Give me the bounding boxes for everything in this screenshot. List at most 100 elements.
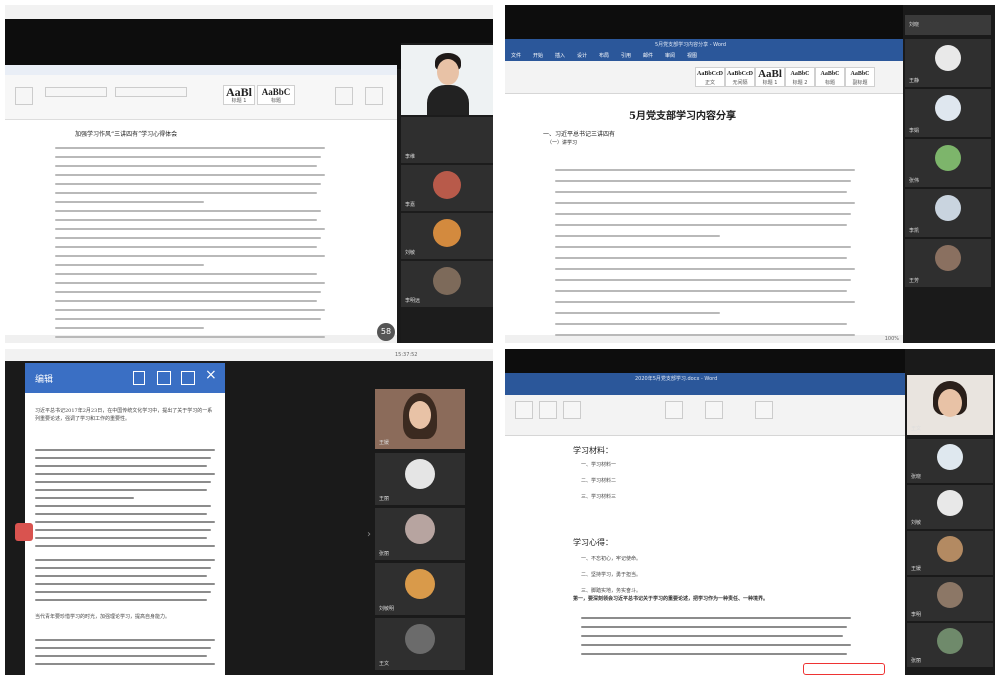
- replace-button[interactable]: [365, 87, 383, 105]
- menu-item[interactable]: 布局: [599, 52, 609, 59]
- meeting-black-strip: [505, 349, 905, 373]
- save-icon[interactable]: [181, 371, 195, 385]
- participant-tile[interactable]: 张晓: [907, 439, 993, 483]
- list-item: 三、脚踏实地，务实奋斗。: [581, 588, 642, 594]
- text-line: [55, 147, 325, 149]
- presenter-video: [401, 45, 493, 115]
- text-line: [55, 210, 321, 212]
- list-item: 二、坚持学习，勇于担当。: [581, 572, 642, 578]
- style-box[interactable]: AaBbCcD 无间隔: [725, 67, 755, 87]
- participant-tile[interactable]: 李明: [907, 577, 993, 621]
- ribbon-button[interactable]: [515, 401, 533, 419]
- floating-app-button[interactable]: [15, 523, 33, 541]
- menu-item[interactable]: 插入: [555, 52, 565, 59]
- participant-tile[interactable]: 王文: [375, 618, 465, 670]
- ribbon-button[interactable]: [755, 401, 773, 419]
- presenter-video: 王文: [907, 375, 993, 435]
- sub-heading: （一）讲学习: [547, 140, 578, 146]
- participant-name: 王媛: [911, 566, 922, 572]
- grid-icon[interactable]: [157, 371, 171, 385]
- screenshot-top-right: 5月党支部学习内容分享 - Word 5月党支部学习内容分享 一、习近平总书记三…: [505, 5, 995, 343]
- participant-tile[interactable]: 张伟: [905, 139, 991, 187]
- style-box[interactable]: AaBbC 标题: [815, 67, 845, 87]
- close-icon[interactable]: ×: [205, 367, 217, 383]
- participant-tile[interactable]: 李娟: [905, 89, 991, 137]
- text-line: [55, 156, 321, 158]
- participant-tile[interactable]: 王芳: [905, 239, 991, 287]
- participant-tile[interactable]: 王静: [905, 39, 991, 87]
- style-box[interactable]: AaBbC 标题 2: [785, 67, 815, 87]
- text-line: [555, 213, 851, 215]
- menu-item[interactable]: 视图: [687, 52, 697, 59]
- paste-button[interactable]: [15, 87, 33, 105]
- participant-tile[interactable]: 李凯: [905, 189, 991, 237]
- copy-icon[interactable]: [133, 371, 145, 385]
- text-line: [555, 246, 851, 248]
- style-heading1-box[interactable]: AaBl 标题 1: [223, 85, 255, 105]
- text-line: [55, 246, 317, 248]
- list-item: 一、学习材料一: [581, 462, 617, 468]
- text-line: [35, 599, 207, 601]
- participant-name: 张伟: [909, 178, 920, 184]
- font-button[interactable]: [45, 87, 107, 97]
- text-line: [555, 191, 847, 193]
- doc-title: 加强学习作风“三讲四有”学习心得体会: [75, 131, 178, 138]
- ribbon-button[interactable]: [563, 401, 581, 419]
- find-button[interactable]: [335, 87, 353, 105]
- text-line: [35, 591, 211, 593]
- participant-tile[interactable]: 王丽: [375, 453, 465, 505]
- paragraph-button[interactable]: [115, 87, 187, 97]
- text-line: [555, 169, 855, 171]
- participant-tile[interactable]: 刘敏: [907, 485, 993, 529]
- text-line: [55, 255, 325, 257]
- text-line: [55, 291, 321, 293]
- menu-item[interactable]: 邮件: [643, 52, 653, 59]
- text-line: [55, 165, 317, 167]
- menu-item[interactable]: 引用: [621, 52, 631, 59]
- text-line: [55, 300, 317, 302]
- text-line: [35, 639, 215, 641]
- ribbon-button[interactable]: [665, 401, 683, 419]
- ribbon-button[interactable]: [705, 401, 723, 419]
- menu-item[interactable]: 设计: [577, 52, 587, 59]
- text-line: [35, 513, 207, 515]
- style-title-box[interactable]: AaBbC 标题: [257, 85, 295, 105]
- text-line: [55, 174, 325, 176]
- text-line: [555, 323, 847, 325]
- avatar: [937, 490, 963, 516]
- participant-tile[interactable]: 王媛: [907, 531, 993, 575]
- text-line: [35, 449, 215, 451]
- text-line: [555, 312, 720, 314]
- participant-tile[interactable]: 刘敏明: [375, 563, 465, 615]
- text-line: [555, 257, 847, 259]
- text-line: [35, 663, 215, 665]
- ribbon-button[interactable]: [539, 401, 557, 419]
- input-method-toolbar[interactable]: [803, 663, 885, 675]
- word-window: 2020年5月党支部学习.docx - Word 学习材料： 学习心得： 第一，…: [505, 373, 905, 675]
- doc-heading: 5月党支部学习内容分享: [629, 111, 736, 122]
- participant-tile[interactable]: 张丽: [375, 508, 465, 560]
- window-title: 5月党支部学习内容分享 - Word: [655, 42, 727, 48]
- text-line: [55, 201, 204, 203]
- menu-item[interactable]: 审阅: [665, 52, 675, 59]
- heading-notes: 学习心得：: [573, 538, 613, 547]
- avatar: [935, 245, 961, 271]
- text-line: [581, 626, 847, 628]
- participant-tile-1: 李维: [401, 117, 493, 163]
- text-line: [581, 644, 851, 646]
- participant-tile[interactable]: 张丽: [907, 623, 993, 667]
- style-box[interactable]: AaBbC 副标题: [845, 67, 875, 87]
- text-line: [55, 318, 321, 320]
- participant-tile-1[interactable]: 刘晓: [905, 15, 991, 35]
- list-item: 二、学习材料二: [581, 478, 617, 484]
- text-line: [55, 336, 325, 338]
- text-line: [555, 224, 847, 226]
- side-arrow-icon[interactable]: ›: [367, 529, 371, 540]
- text-line: [55, 327, 204, 329]
- text-line: [55, 192, 317, 194]
- avatar: [405, 459, 435, 489]
- style-box[interactable]: AaBbCcD 正文: [695, 67, 725, 87]
- style-box[interactable]: AaBl 标题 1: [755, 67, 785, 87]
- menu-item[interactable]: 开始: [533, 52, 543, 59]
- menu-item[interactable]: 文件: [511, 52, 521, 59]
